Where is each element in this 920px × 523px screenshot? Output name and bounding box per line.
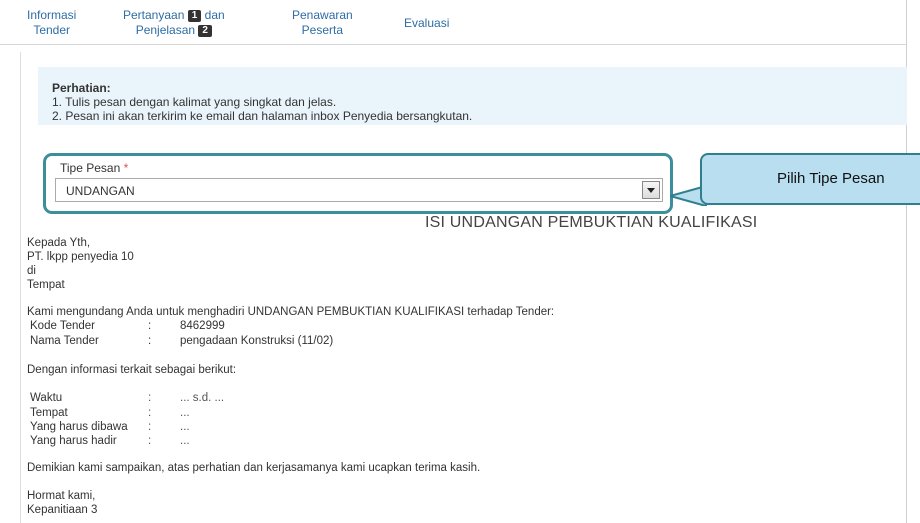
- tab-penawaran-peserta[interactable]: Penawaran Peserta: [292, 8, 353, 38]
- message-greeting: Kepada Yth,: [27, 237, 91, 249]
- hadir-row: Yang harus hadir:...: [30, 435, 190, 447]
- tempat-row: Tempat:...: [30, 407, 190, 419]
- count-badge: 1: [187, 10, 202, 22]
- field-value: 8462999: [180, 320, 225, 332]
- message-signature: Kepanitiaan 3: [27, 504, 98, 516]
- field-value: pengadaan Konstruksi (11/02): [180, 335, 334, 347]
- field-separator: :: [148, 392, 152, 404]
- field-label: Waktu: [30, 392, 63, 404]
- notice-line: 2. Pesan ini akan terkirim ke email dan …: [52, 109, 473, 123]
- field-label: Tempat: [30, 407, 68, 419]
- tab-label: Penawaran: [292, 8, 353, 22]
- callout-text: Pilih Tipe Pesan: [777, 170, 885, 187]
- field-separator: :: [148, 421, 152, 433]
- waktu-row: Waktu: ... s.d. ...: [30, 392, 224, 404]
- tab-label: Peserta: [301, 23, 344, 37]
- highlight-frame: [43, 153, 673, 214]
- tab-label: Evaluasi: [404, 16, 450, 30]
- message-closing: Demikian kami sampaikan, atas perhatian …: [27, 462, 481, 474]
- instruction-callout: Pilih Tipe Pesan: [700, 153, 920, 205]
- field-separator: :: [148, 435, 152, 447]
- notice-line: 1. Tulis pesan dengan kalimat yang singk…: [52, 95, 337, 109]
- field-label: Kode Tender: [30, 320, 96, 332]
- message-heading: ISI UNDANGAN PEMBUKTIAN KUALIFIKASI: [425, 214, 758, 231]
- tab-label: dan: [204, 8, 225, 22]
- tab-label: Pertanyaan: [123, 8, 185, 22]
- count-badge: 2: [198, 25, 212, 37]
- field-value: ... s.d. ...: [180, 392, 225, 404]
- field-label: Yang harus dibawa: [30, 421, 128, 433]
- dibawa-row: Yang harus dibawa:...: [30, 421, 190, 433]
- content-panel: Perhatian: 1. Tulis pesan dengan kalimat…: [20, 52, 907, 523]
- tab-evaluasi[interactable]: Evaluasi: [404, 16, 449, 31]
- tab-bar: Informasi Tender Pertanyaan 1 dan Penjel…: [0, 0, 906, 45]
- nama-tender-row: Nama Tender: pengadaan Konstruksi (11/02): [30, 335, 333, 347]
- tab-pertanyaan-penjelasan[interactable]: Pertanyaan 1 dan Penjelasan 2: [123, 8, 225, 38]
- message-recipient: PT. lkpp penyedia 10: [27, 251, 134, 263]
- tab-informasi-tender[interactable]: Informasi Tender: [27, 8, 76, 38]
- field-value: ...: [180, 421, 190, 433]
- field-label: Yang harus hadir: [30, 435, 117, 447]
- field-value: ...: [180, 407, 190, 419]
- tab-label: Informasi: [27, 8, 77, 22]
- field-separator: :: [148, 335, 152, 347]
- tab-label: Tender: [33, 23, 71, 37]
- field-separator: :: [148, 320, 152, 332]
- notice-box: Perhatian: 1. Tulis pesan dengan kalimat…: [38, 67, 907, 125]
- message-tempat: Tempat: [27, 279, 65, 291]
- kode-tender-row: Kode Tender: 8462999: [30, 320, 225, 332]
- message-intro: Kami mengundang Anda untuk menghadiri UN…: [27, 306, 555, 318]
- info-intro: Dengan informasi terkait sebagai berikut…: [27, 364, 237, 376]
- notice-title: Perhatian:: [52, 81, 111, 95]
- field-label: Nama Tender: [30, 335, 99, 347]
- message-di: di: [27, 265, 36, 277]
- message-hormat: Hormat kami,: [27, 490, 96, 502]
- field-value: ...: [180, 435, 190, 447]
- page-frame: Informasi Tender Pertanyaan 1 dan Penjel…: [0, 0, 920, 523]
- tab-label: Penjelasan: [135, 23, 196, 37]
- field-separator: :: [148, 407, 152, 419]
